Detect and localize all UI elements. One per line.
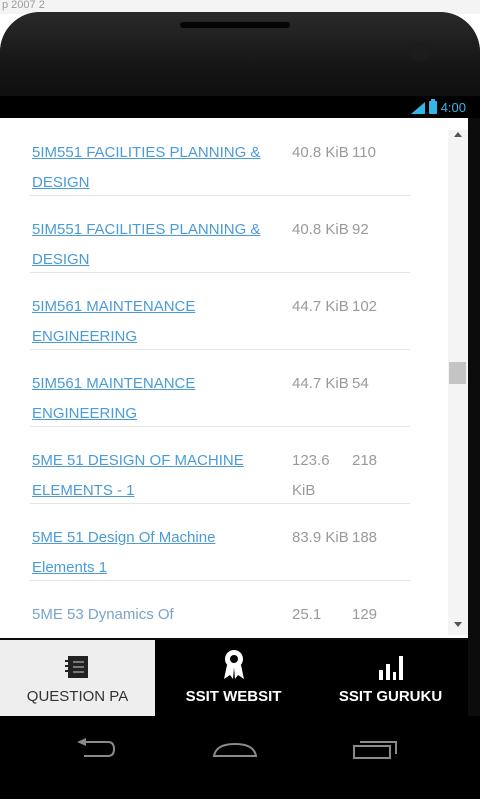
list-item[interactable]: 5IM561 MAINTENANCE ENGINEERING 44.7 KiB … xyxy=(30,272,410,350)
document-icon xyxy=(0,640,155,680)
download-count: 218 xyxy=(352,452,378,469)
file-size: 83.9 KiB xyxy=(292,529,349,546)
signal-icon xyxy=(410,101,425,114)
list-item[interactable]: 5IM561 MAINTENANCE ENGINEERING 44.7 KiB … xyxy=(30,349,410,427)
status-indicators: 4:00 xyxy=(410,99,466,115)
system-navigation-bar xyxy=(0,716,480,799)
file-size: 40.8 KiB xyxy=(292,221,349,238)
list-item[interactable]: 5IM551 FACILITIES PLANNING & DESIGN 40.8… xyxy=(30,195,410,273)
list-item[interactable]: 5ME 51 DESIGN OF MACHINE ELEMENTS - 1 12… xyxy=(30,426,410,504)
download-count: 188 xyxy=(352,529,378,546)
file-title-link[interactable]: 5IM561 MAINTENANCE ENGINEERING xyxy=(32,369,282,429)
list-item[interactable]: 5ME 53 Dynamics Of 25.1 129 xyxy=(30,580,410,638)
file-title-link[interactable]: 5ME 51 DESIGN OF MACHINE ELEMENTS - 1 xyxy=(32,446,282,506)
download-count: 110 xyxy=(352,144,376,161)
file-title-link[interactable]: 5ME 53 Dynamics Of xyxy=(32,600,282,630)
front-camera xyxy=(410,42,430,62)
status-bar: 4:00 xyxy=(0,96,480,118)
bar-chart-icon xyxy=(313,640,468,680)
status-time: 4:00 xyxy=(440,100,466,115)
tab-ssit-website[interactable]: SSIT WEBSIT xyxy=(157,640,310,716)
award-ribbon-icon xyxy=(157,640,310,680)
file-list[interactable]: 5IM551 FACILITIES PLANNING & DESIGN 40.8… xyxy=(0,118,468,638)
download-count: 129 xyxy=(352,606,378,623)
file-title-link[interactable]: 5ME 51 Design Of Machine Elements 1 xyxy=(32,523,282,583)
file-size: 40.8 KiB xyxy=(292,144,349,161)
file-title-link[interactable]: 5IM551 FACILITIES PLANNING & DESIGN xyxy=(32,138,282,198)
file-title-link[interactable]: 5IM551 FACILITIES PLANNING & DESIGN xyxy=(32,215,282,275)
file-size: 44.7 KiB xyxy=(292,298,349,315)
tab-ssit-gurukul[interactable]: SSIT GURUKU xyxy=(313,640,468,716)
back-icon[interactable] xyxy=(74,738,116,765)
earpiece-speaker xyxy=(180,22,290,28)
battery-icon xyxy=(428,99,437,114)
download-count: 92 xyxy=(352,221,369,238)
download-count: 54 xyxy=(352,375,369,392)
scroll-thumb[interactable] xyxy=(449,362,466,384)
file-size: 44.7 KiB xyxy=(292,375,349,392)
list-item[interactable]: 5ME 51 Design Of Machine Elements 1 83.9… xyxy=(30,503,410,581)
download-count: 102 xyxy=(352,298,378,315)
file-size: 25.1 xyxy=(292,606,322,623)
bottom-tab-bar: QUESTION PA SSIT WEBSIT SSIT GURUKU xyxy=(0,640,468,716)
scroll-down-arrow-icon[interactable] xyxy=(454,622,462,627)
home-icon[interactable] xyxy=(210,738,260,765)
list-item[interactable]: 5IM551 FACILITIES PLANNING & DESIGN 40.8… xyxy=(30,118,410,196)
file-title-link[interactable]: 5IM561 MAINTENANCE ENGINEERING xyxy=(32,292,282,352)
file-size: 123.6 KiB xyxy=(292,452,330,499)
scroll-up-arrow-icon[interactable] xyxy=(454,132,462,137)
tab-question-papers[interactable]: QUESTION PA xyxy=(0,640,155,716)
tab-label: SSIT GURUKU xyxy=(338,688,443,705)
recent-apps-icon[interactable] xyxy=(352,738,398,765)
tab-label: QUESTION PA xyxy=(26,688,129,705)
vertical-scrollbar[interactable] xyxy=(448,130,468,635)
tab-label: SSIT WEBSIT xyxy=(185,688,282,705)
